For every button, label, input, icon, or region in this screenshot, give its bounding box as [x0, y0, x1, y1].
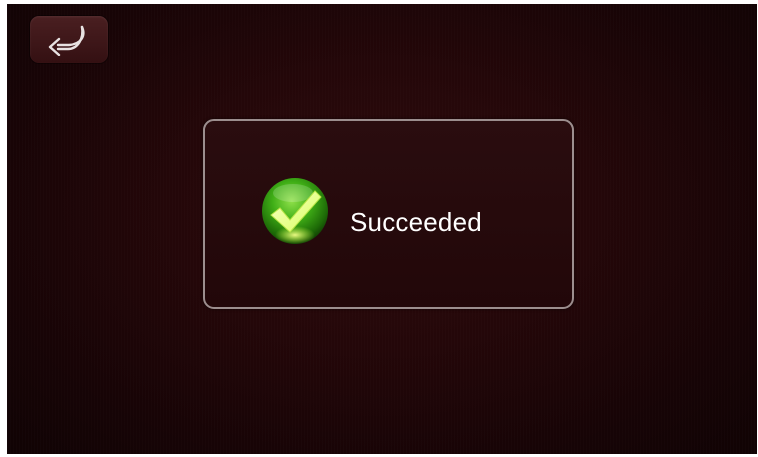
status-dialog: Succeeded — [203, 119, 574, 309]
status-message: Succeeded — [350, 207, 482, 237]
screen: Succeeded — [7, 4, 757, 454]
back-button[interactable] — [30, 16, 108, 63]
return-arrow-icon — [46, 24, 92, 56]
checkmark-success-icon — [257, 175, 337, 255]
